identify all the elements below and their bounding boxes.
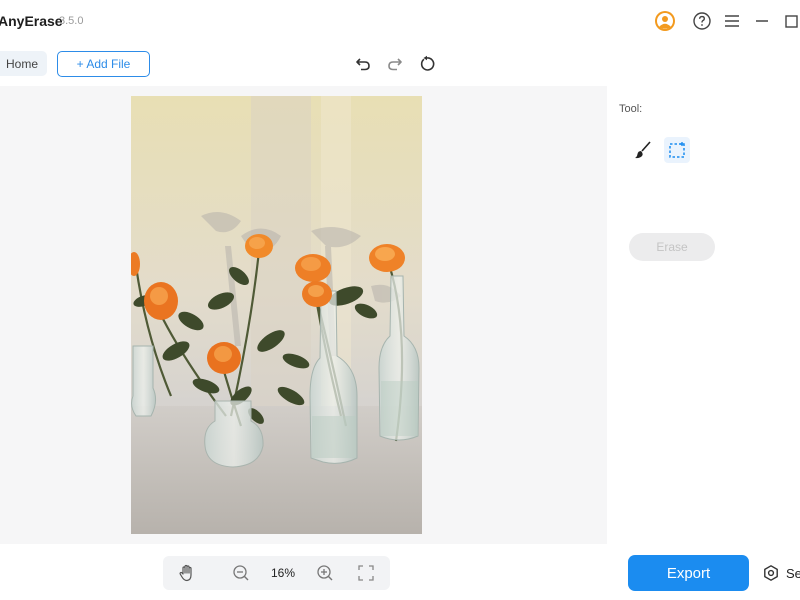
zoom-out-icon[interactable] — [231, 563, 251, 583]
export-button[interactable]: Export — [628, 555, 749, 591]
tool-label: Tool: — [619, 103, 643, 115]
zoom-level: 16% — [270, 566, 296, 580]
title-bar: AnyErase 3.5.0 — [0, 0, 800, 42]
undo-icon[interactable] — [353, 54, 373, 74]
settings-button[interactable]: Se — [762, 563, 800, 583]
erase-label: Erase — [656, 240, 688, 254]
gear-icon — [762, 564, 780, 582]
hamburger-menu-icon[interactable] — [721, 10, 743, 32]
export-label: Export — [666, 564, 711, 582]
minimize-icon[interactable] — [751, 10, 773, 32]
fit-screen-icon[interactable] — [356, 563, 376, 583]
maximize-icon[interactable] — [780, 10, 800, 32]
canvas-area[interactable] — [0, 86, 607, 544]
settings-label: Se — [786, 565, 800, 581]
add-file-label: + Add File — [76, 57, 131, 71]
roses-photo[interactable] — [131, 96, 422, 534]
home-button-label: Home — [5, 56, 38, 71]
brush-icon[interactable] — [630, 137, 656, 163]
erase-button[interactable]: Erase — [629, 233, 715, 261]
app-window: AnyErase 3.5.0 Home + Add File 16% Tool:… — [0, 0, 800, 600]
home-button[interactable]: Home — [0, 51, 47, 76]
rectangle-select-icon[interactable] — [664, 137, 690, 163]
zoom-in-icon[interactable] — [315, 563, 335, 583]
app-name: AnyErase — [0, 13, 63, 29]
app-version: 3.5.0 — [59, 15, 84, 27]
add-file-button[interactable]: + Add File — [57, 51, 150, 77]
redo-icon[interactable] — [385, 54, 405, 74]
hand-pan-icon[interactable] — [177, 563, 197, 583]
reset-icon[interactable] — [417, 54, 437, 74]
user-circle-icon[interactable] — [654, 10, 676, 32]
question-circle-icon[interactable] — [691, 10, 713, 32]
